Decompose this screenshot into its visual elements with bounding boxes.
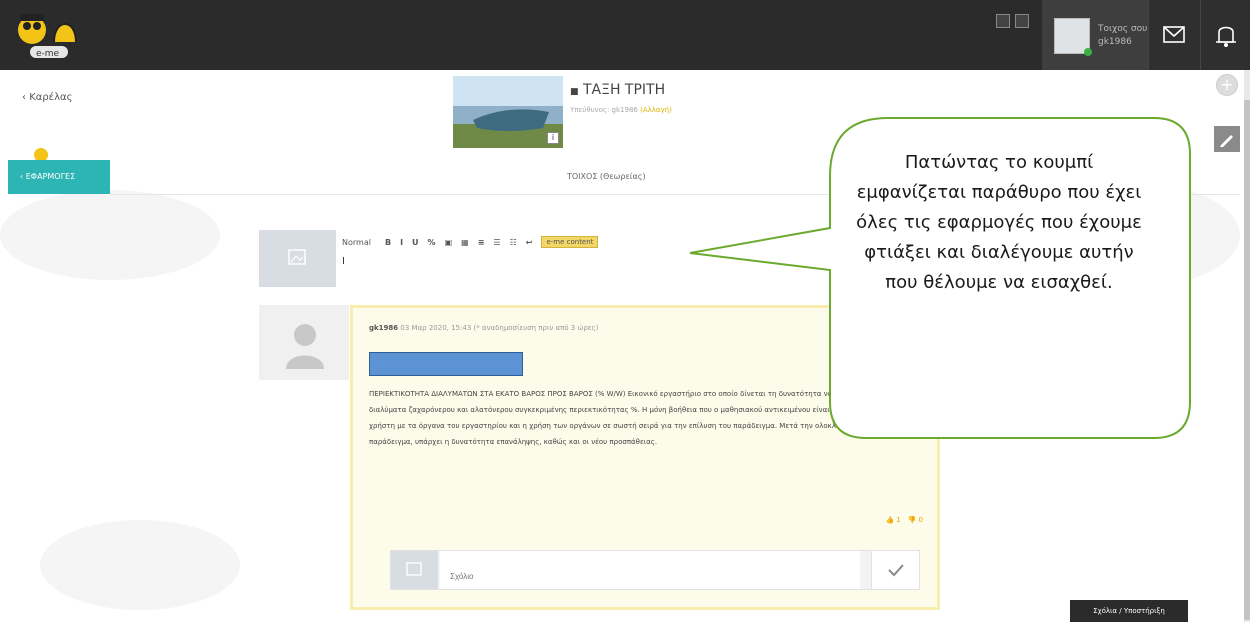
user-menu[interactable]: Τοιχος σου gk1986 bbox=[1042, 0, 1148, 70]
dislike-count: 0 bbox=[918, 516, 923, 524]
envelope-icon bbox=[1163, 26, 1185, 43]
checkmark-icon bbox=[888, 564, 904, 577]
toolbar-button-numbers[interactable]: ☷ bbox=[510, 238, 517, 247]
avatar bbox=[1054, 18, 1092, 56]
toolbar-button-align[interactable]: ≡ bbox=[478, 238, 485, 247]
toolbar-button-image[interactable]: ▣ bbox=[445, 238, 453, 247]
back-link-label: Καρέλας bbox=[29, 92, 73, 103]
group-owner: Υπεύθυνος: gk1986 (Αλλαγή) bbox=[570, 106, 672, 114]
post-body: ΠΕΡΙΕΚΤΙΚΟΤΗΤΑ ΔΙΑΛΥΜΑΤΩΝ ΣΤΑ ΕΚΑΤΟ ΒΑΡΟ… bbox=[369, 390, 885, 446]
e-me-logo[interactable]: e-me bbox=[14, 8, 88, 62]
like-count: 1 bbox=[896, 516, 901, 524]
scrollbar[interactable] bbox=[1244, 70, 1250, 622]
toolbar-button-italic[interactable]: I bbox=[400, 238, 403, 247]
like-icon[interactable]: 👍 bbox=[885, 516, 894, 524]
post-reactions: 👍 1 👎 0 bbox=[885, 516, 923, 524]
toolbar-button-video[interactable]: ▦ bbox=[461, 238, 469, 247]
toolbar-button-underline[interactable]: U bbox=[412, 238, 419, 247]
post-header: gk1986 03 Μαρ 2020, 15:43 (* αναδημοσίευ… bbox=[369, 324, 598, 332]
tab-apps[interactable]: ‹ ΕΦΑΡΜΟΓΕΣ bbox=[8, 160, 110, 194]
edit-button[interactable] bbox=[1214, 126, 1240, 152]
scrollbar-thumb[interactable] bbox=[1244, 100, 1250, 620]
help-button[interactable]: Σχόλια / Υποστήριξη bbox=[1070, 600, 1188, 622]
format-select[interactable]: Normal bbox=[342, 238, 371, 247]
change-owner-link[interactable]: (Αλλαγή) bbox=[640, 106, 672, 114]
toolbar-button-bold[interactable]: B bbox=[385, 238, 391, 247]
comment-input[interactable] bbox=[440, 551, 860, 589]
toolbar-button-bullets[interactable]: ☰ bbox=[493, 238, 500, 247]
editor-input[interactable]: I bbox=[342, 256, 345, 267]
group-owner-label: Υπεύθυνος: gk1986 bbox=[570, 106, 638, 114]
image-placeholder-icon bbox=[288, 249, 306, 265]
toolbar-button-undo[interactable]: ↩ bbox=[526, 238, 533, 247]
window-toggle-icon[interactable] bbox=[996, 14, 1010, 28]
editor-toolbar: Normal B I U % ▣ ▦ ≡ ☰ ☷ ↩ e-me content bbox=[342, 234, 599, 250]
toolbar-button-link[interactable]: % bbox=[428, 238, 436, 247]
post-author-avatar bbox=[259, 305, 349, 380]
comment-box bbox=[390, 550, 920, 590]
image-placeholder-icon bbox=[406, 562, 422, 576]
editor-avatar bbox=[259, 230, 336, 287]
top-bar: e-me Τοιχος σου gk1986 bbox=[0, 0, 1250, 70]
eme-content-button[interactable]: e-me content bbox=[541, 236, 599, 248]
comment-avatar bbox=[391, 551, 438, 589]
post-author[interactable]: gk1986 bbox=[369, 324, 398, 332]
redacted-highlight bbox=[369, 352, 523, 376]
pencil-icon bbox=[1220, 135, 1233, 147]
logo-text: e-me bbox=[36, 49, 60, 59]
add-icon[interactable]: + bbox=[1216, 74, 1238, 96]
username: gk1986 bbox=[1098, 37, 1132, 47]
group-name: ΤΑΞΗ ΤΡΙΤΗ bbox=[582, 82, 666, 98]
image-info-button[interactable]: i bbox=[547, 132, 559, 144]
messages-button[interactable] bbox=[1148, 0, 1200, 70]
tab-wall[interactable]: ΤΟΙΧΟΣ (Θεωρείας) bbox=[567, 172, 646, 181]
user-wall-label: Τοιχος σου bbox=[1098, 24, 1148, 34]
background-decoration bbox=[40, 520, 240, 610]
dislike-icon[interactable]: 👎 bbox=[908, 516, 917, 524]
send-comment-button[interactable] bbox=[871, 551, 919, 589]
callout-text: Πατώντας το κουμπί εμφανίζεται παράθυρο … bbox=[856, 152, 1142, 293]
group-cover-image: i bbox=[453, 76, 563, 148]
notifications-button[interactable] bbox=[1200, 0, 1250, 70]
back-link[interactable]: ‹ Καρέλας bbox=[22, 92, 72, 103]
post-meta: 03 Μαρ 2020, 15:43 (* αναδημοσίευση πριν… bbox=[400, 324, 599, 332]
fullscreen-icon[interactable] bbox=[1015, 14, 1029, 28]
page-title: ■ ΤΑΞΗ ΤΡΙΤΗ bbox=[570, 82, 665, 98]
bell-icon bbox=[1216, 26, 1236, 47]
tab-apps-label: ΕΦΑΡΜΟΓΕΣ bbox=[25, 172, 76, 181]
online-status-dot bbox=[1084, 48, 1092, 56]
chevron-left-icon: ‹ bbox=[22, 92, 26, 103]
lock-icon: ■ bbox=[570, 87, 579, 97]
background-decoration bbox=[0, 190, 220, 280]
user-placeholder-icon bbox=[286, 324, 324, 369]
